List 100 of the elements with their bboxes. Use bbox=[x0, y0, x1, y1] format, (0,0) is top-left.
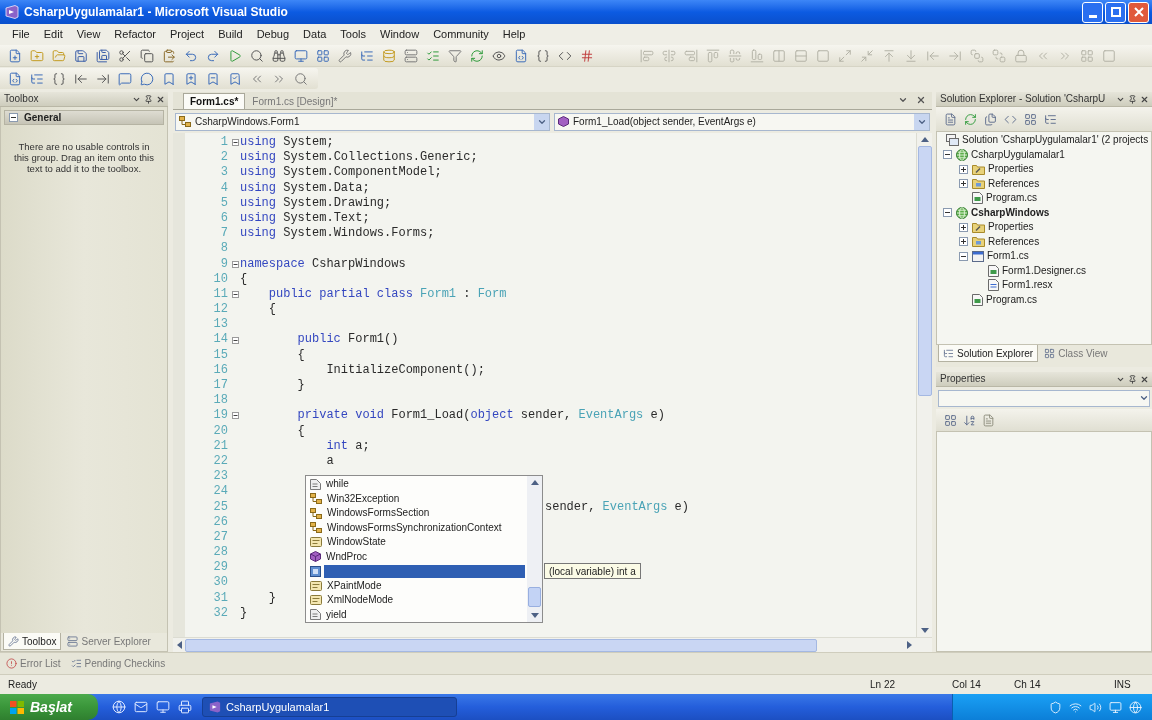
bookmark-check-icon[interactable] bbox=[228, 71, 242, 86]
collapse-icon[interactable] bbox=[232, 290, 239, 298]
bookmark-plus-icon[interactable] bbox=[184, 71, 198, 86]
tree-item[interactable]: CsharpUygulamalar1 bbox=[971, 149, 1065, 160]
panel-tab[interactable]: Error List bbox=[2, 655, 65, 672]
filter-icon[interactable] bbox=[448, 48, 462, 63]
close-button[interactable] bbox=[1128, 1, 1149, 23]
up-arrow-icon[interactable] bbox=[920, 137, 929, 142]
panel-tab[interactable]: Solution Explorer bbox=[938, 345, 1039, 362]
wifi-icon[interactable] bbox=[1069, 700, 1082, 714]
panel-tab[interactable]: Toolbox bbox=[3, 633, 62, 650]
save-icon[interactable] bbox=[74, 48, 88, 63]
close-icon[interactable] bbox=[156, 94, 165, 104]
grid-icon[interactable] bbox=[944, 413, 957, 427]
tree-item[interactable]: Form1.cs bbox=[987, 251, 1029, 262]
object-selector-field[interactable] bbox=[938, 389, 1150, 407]
search-icon[interactable] bbox=[294, 71, 308, 86]
eye-icon[interactable] bbox=[492, 48, 506, 63]
expand-icon[interactable] bbox=[958, 222, 968, 232]
taskbar-button[interactable]: CsharpUygulamalar1 bbox=[202, 697, 457, 717]
completion-item[interactable]: WndProc bbox=[324, 550, 525, 564]
collapse-icon[interactable] bbox=[958, 251, 968, 261]
menu-item[interactable]: Edit bbox=[36, 25, 70, 44]
menu-item[interactable]: Refactor bbox=[107, 25, 163, 44]
tree-item[interactable]: Properties bbox=[988, 164, 1034, 175]
redo-icon[interactable] bbox=[206, 48, 220, 63]
arrow-right-bar-icon[interactable] bbox=[96, 71, 110, 86]
server-icon[interactable] bbox=[67, 636, 79, 647]
close-icon[interactable] bbox=[1140, 374, 1149, 384]
code-file-icon[interactable] bbox=[8, 71, 22, 86]
tree-list-icon[interactable] bbox=[943, 347, 954, 359]
toolbox-group-header[interactable]: General bbox=[4, 110, 164, 125]
document-tab[interactable]: Form1.cs* bbox=[183, 93, 246, 109]
page-icon[interactable] bbox=[944, 112, 957, 126]
expand-icon[interactable] bbox=[958, 179, 968, 189]
document-tab[interactable]: Form1.cs [Design]* bbox=[245, 93, 345, 109]
checklist-icon[interactable] bbox=[70, 658, 82, 669]
expand-icon[interactable] bbox=[958, 237, 968, 247]
monitor-icon[interactable] bbox=[1109, 700, 1122, 714]
play-icon[interactable] bbox=[228, 48, 242, 63]
tree-item[interactable]: Form1.Designer.cs bbox=[1002, 265, 1086, 276]
tree-item[interactable]: Properties bbox=[988, 222, 1034, 233]
collapse-icon[interactable] bbox=[232, 139, 239, 147]
pin-icon[interactable] bbox=[1128, 94, 1137, 104]
save-all-icon[interactable] bbox=[96, 48, 110, 63]
open-folder-icon[interactable] bbox=[52, 48, 66, 63]
up-arrow-icon[interactable] bbox=[530, 480, 539, 485]
collapse-icon[interactable] bbox=[942, 208, 952, 218]
menu-item[interactable]: Tools bbox=[333, 25, 373, 44]
bookmark-minus-icon[interactable] bbox=[206, 71, 220, 86]
scrollbar[interactable] bbox=[916, 133, 932, 637]
page-icon[interactable] bbox=[982, 413, 995, 427]
comment-icon[interactable] bbox=[118, 71, 132, 86]
refresh-icon[interactable] bbox=[470, 48, 484, 63]
pin-icon[interactable] bbox=[144, 94, 153, 104]
tree-list-icon[interactable] bbox=[30, 71, 44, 86]
tree-item[interactable]: Solution 'CsharpUygulamalar1' (2 projects bbox=[962, 135, 1149, 146]
tree-list-icon[interactable] bbox=[1044, 112, 1057, 126]
globe-icon[interactable] bbox=[112, 700, 126, 714]
arrow-up-bar-icon[interactable] bbox=[882, 48, 896, 63]
shield-icon[interactable] bbox=[1049, 700, 1062, 714]
panel-tab[interactable]: Server Explorer bbox=[62, 633, 156, 650]
globe-icon[interactable] bbox=[1129, 700, 1142, 714]
down-arrow-icon[interactable] bbox=[920, 628, 929, 633]
new-file-icon[interactable] bbox=[8, 48, 22, 63]
wrench-icon[interactable] bbox=[338, 48, 352, 63]
collapse-icon[interactable] bbox=[942, 150, 952, 160]
tree-item[interactable]: Form1.resx bbox=[1002, 280, 1053, 291]
minimize-button[interactable] bbox=[1082, 1, 1103, 23]
hash-icon[interactable] bbox=[580, 48, 594, 63]
pin-icon[interactable] bbox=[1128, 374, 1137, 384]
grid-icon[interactable] bbox=[1024, 112, 1037, 126]
completion-item[interactable]: while bbox=[324, 477, 525, 491]
completion-item[interactable]: XmlNodeMode bbox=[325, 593, 526, 607]
tree-item[interactable]: Program.cs bbox=[986, 193, 1038, 204]
search-icon[interactable] bbox=[250, 48, 264, 63]
completion-item[interactable]: yield bbox=[324, 608, 525, 622]
braces-icon[interactable] bbox=[52, 71, 66, 86]
code-editor[interactable] bbox=[173, 133, 916, 637]
files-icon[interactable] bbox=[984, 112, 997, 126]
paste-icon[interactable] bbox=[162, 48, 176, 63]
wrench-icon[interactable] bbox=[8, 635, 19, 647]
collapse-icon[interactable] bbox=[9, 113, 18, 122]
menu-item[interactable]: File bbox=[5, 25, 37, 44]
menu-item[interactable]: View bbox=[69, 25, 108, 44]
scrollbar-thumb[interactable] bbox=[917, 146, 932, 396]
panel-tab[interactable]: Class View bbox=[1039, 345, 1113, 362]
printer-icon[interactable] bbox=[178, 700, 192, 714]
arrow-left-bar-icon[interactable] bbox=[74, 71, 88, 86]
close-icon[interactable] bbox=[916, 95, 926, 105]
mail-icon[interactable] bbox=[134, 700, 148, 714]
alert-circle-icon[interactable] bbox=[6, 658, 17, 669]
close-icon[interactable] bbox=[1140, 94, 1149, 104]
tree-item[interactable]: References bbox=[988, 178, 1040, 189]
lock-icon[interactable] bbox=[1014, 48, 1028, 63]
refresh-icon[interactable] bbox=[964, 112, 977, 126]
menu-item[interactable]: Data bbox=[296, 25, 334, 44]
copy-icon[interactable] bbox=[140, 48, 154, 63]
type-combo[interactable]: CsharpWindows.Form1 bbox=[175, 112, 550, 131]
completion-item[interactable]: WindowState bbox=[325, 535, 526, 549]
